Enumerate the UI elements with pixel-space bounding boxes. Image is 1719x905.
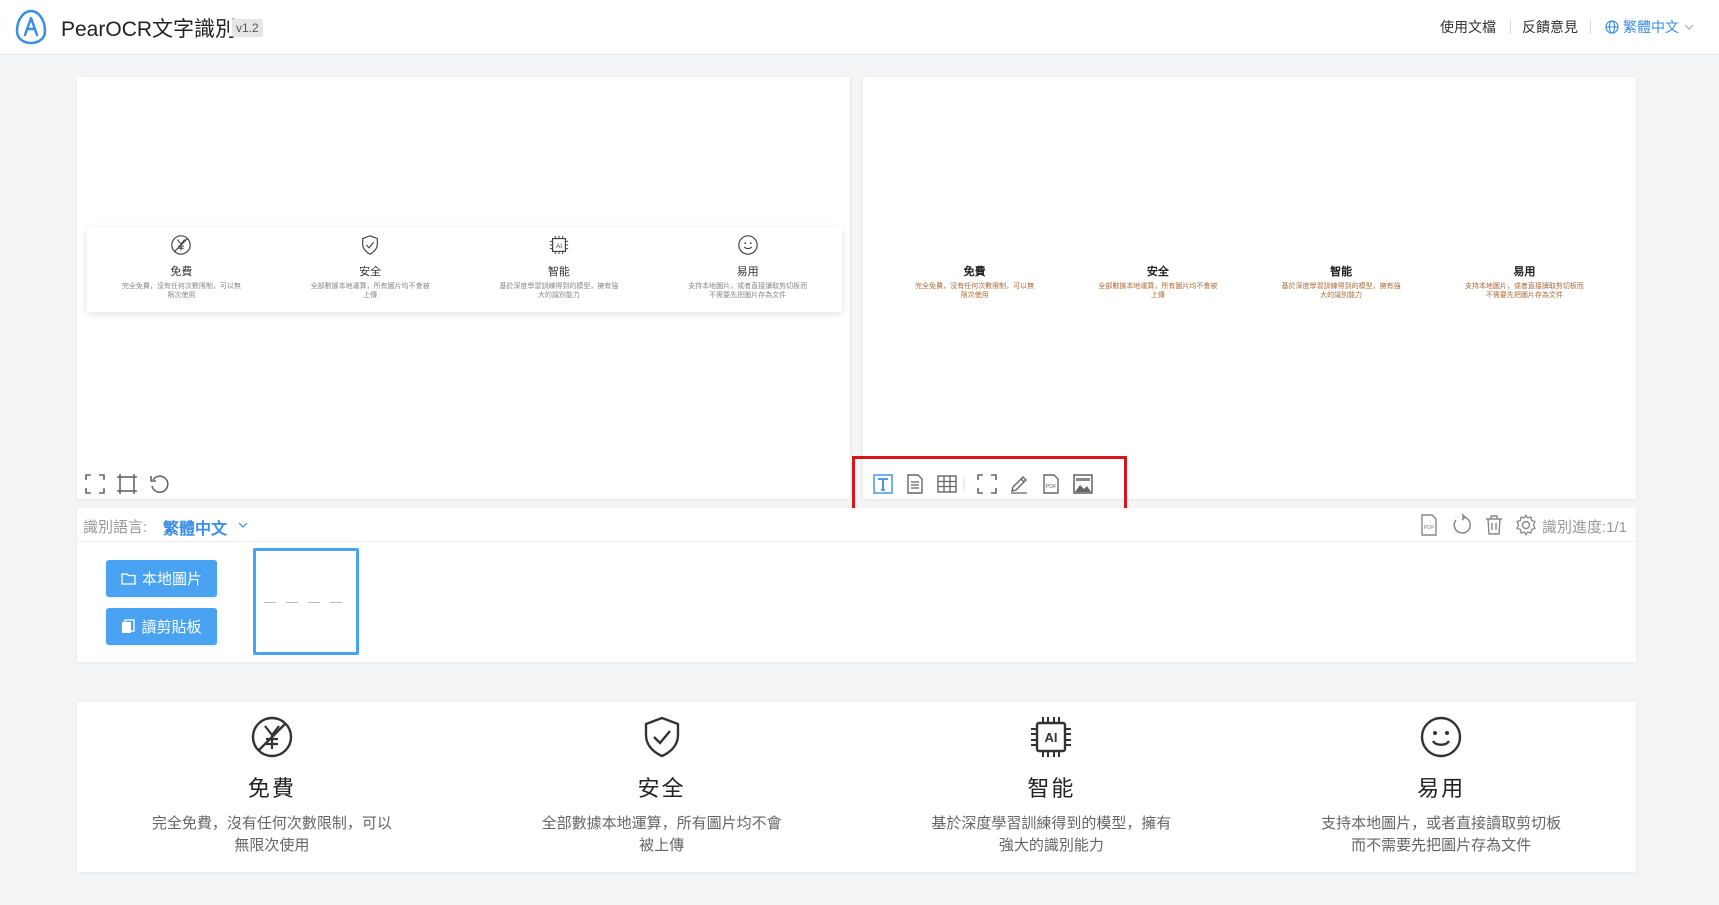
svg-text:PDF: PDF bbox=[1424, 525, 1436, 531]
rotate-icon bbox=[150, 475, 169, 493]
feature-title: 易用 bbox=[1417, 776, 1466, 801]
ocr-result-desc: 支持本地圖片，或者直接讀取剪切板而不需要先把圖片存為文件 bbox=[1464, 283, 1584, 299]
ocr-result-title: 安全 bbox=[1146, 266, 1169, 278]
feature-desc: 全部數據本地運算，所有圖片均不會被上傳 bbox=[541, 815, 782, 854]
folder-icon bbox=[121, 573, 136, 585]
mini-feature-title: 免費 bbox=[170, 266, 193, 278]
ocr-result-item: 安全 全部數據本地運算，所有圖片均不會被上傳 bbox=[1066, 263, 1249, 300]
shield-check-icon bbox=[644, 716, 679, 758]
mini-feature: 易用 支持本地圖片，或者直接讀取剪切板而不需要先把圖片存為文件 bbox=[653, 227, 842, 312]
yen-free-icon bbox=[251, 716, 293, 758]
clipboard-icon bbox=[122, 619, 136, 633]
toolbar-highlight-box bbox=[852, 456, 1127, 516]
feature-desc: 基於深度學習訓練得到的模型，擁有強大的識別能力 bbox=[931, 815, 1172, 854]
ocr-result-panel: 免費 完全免費，沒有任何次數限制，可以無限次使用 安全 全部數據本地運算，所有圖… bbox=[863, 77, 1636, 499]
mini-feature-desc: 全部數據本地運算，所有圖片均不會被上傳 bbox=[310, 283, 430, 299]
ocr-result-text[interactable]: 免費 完全免費，沒有任何次數限制，可以無限次使用 安全 全部數據本地運算，所有圖… bbox=[883, 263, 1616, 300]
clipboard-button[interactable]: 讀剪貼板 bbox=[106, 608, 217, 645]
export-all-pdf-button[interactable]: PDF bbox=[1417, 513, 1441, 537]
settings-button[interactable] bbox=[1514, 513, 1538, 537]
mini-feature-title: 易用 bbox=[736, 266, 759, 278]
nav-divider bbox=[1590, 19, 1591, 34]
mini-feature: 安全 全部數據本地運算，所有圖片均不會被上傳 bbox=[276, 227, 465, 312]
fullscreen-button[interactable] bbox=[83, 472, 107, 496]
chevron-down-icon bbox=[1684, 24, 1694, 30]
feature-desc: 完全免費，沒有任何次數限制，可以無限次使用 bbox=[151, 815, 392, 854]
image-thumbnail[interactable] bbox=[253, 548, 359, 655]
fullscreen-icon bbox=[85, 474, 105, 494]
mini-feature-title: 智能 bbox=[547, 266, 570, 278]
svg-text:AI: AI bbox=[1045, 730, 1058, 745]
mini-feature-desc: 基於深度學習訓練得到的模型，擁有強大的識別能力 bbox=[499, 283, 619, 299]
ocr-result-title: 免費 bbox=[963, 266, 986, 278]
nav-feedback[interactable]: 反饋意見 bbox=[1522, 17, 1578, 37]
clipboard-label: 讀剪貼板 bbox=[141, 619, 202, 636]
rotate-button[interactable] bbox=[147, 472, 171, 496]
delete-button[interactable] bbox=[1482, 513, 1506, 537]
crop-icon bbox=[117, 474, 137, 494]
nav-divider bbox=[1510, 19, 1511, 34]
nav-docs[interactable]: 使用文檔 bbox=[1440, 17, 1496, 37]
feature-title: 智能 bbox=[1027, 776, 1076, 801]
ocr-result-item: 易用 支持本地圖片，或者直接讀取剪切板而不需要先把圖片存為文件 bbox=[1433, 263, 1616, 300]
mini-feature: 免費 完全免費，沒有任何次數限制，可以無限次使用 bbox=[87, 227, 276, 312]
language-selector[interactable]: 繁體中文 bbox=[1605, 17, 1695, 37]
recognition-language-select[interactable]: 繁體中文 bbox=[163, 515, 227, 539]
retry-button[interactable] bbox=[1450, 513, 1474, 537]
ocr-result-desc: 基於深度學習訓練得到的模型，擁有強大的識別能力 bbox=[1281, 283, 1401, 299]
ocr-result-title: 易用 bbox=[1513, 266, 1536, 278]
feature-card: 安全 全部數據本地運算，所有圖片均不會被上傳 bbox=[467, 702, 857, 872]
mini-feature-desc: 完全免費，沒有任何次數限制，可以無限次使用 bbox=[121, 283, 241, 299]
features-section: 免費 完全免費，沒有任何次數限制，可以無限次使用 安全 全部數據本地運算，所有圖… bbox=[77, 702, 1636, 872]
upload-panel: 識別語言: 繁體中文 PDF 識別進度:1/1 本地圖片 讀剪貼板 bbox=[77, 508, 1636, 662]
image-preview-panel: 免費 完全免費，沒有任何次數限制，可以無限次使用 安全 全部數據本地運算，所有圖… bbox=[77, 77, 850, 499]
ai-chip-icon: AI bbox=[1031, 717, 1072, 757]
refresh-icon bbox=[1453, 513, 1471, 534]
mini-feature-title: 安全 bbox=[359, 266, 382, 278]
ocr-result-desc: 全部數據本地運算，所有圖片均不會被上傳 bbox=[1098, 283, 1218, 299]
ocr-result-item: 智能 基於深度學習訓練得到的模型，擁有強大的識別能力 bbox=[1250, 263, 1433, 300]
feature-title: 免費 bbox=[247, 776, 296, 801]
feature-desc: 支持本地圖片，或者直接讀取剪切板而不需要先把圖片存為文件 bbox=[1321, 815, 1562, 854]
ocr-result-title: 智能 bbox=[1330, 266, 1353, 278]
feature-card: 免費 完全免費，沒有任何次數限制，可以無限次使用 bbox=[77, 702, 467, 872]
feature-card: AI 智能 基於深度學習訓練得到的模型，擁有強大的識別能力 bbox=[857, 702, 1247, 872]
local-image-button[interactable]: 本地圖片 bbox=[106, 560, 217, 597]
trash-icon bbox=[1486, 515, 1502, 535]
smile-icon bbox=[1420, 716, 1462, 758]
recognition-language-label: 識別語言: bbox=[83, 519, 148, 536]
pear-logo-icon bbox=[15, 9, 47, 45]
shield-check-icon bbox=[362, 235, 379, 255]
version-badge: v1.2 bbox=[232, 19, 263, 37]
header: PearOCR文字識別 v1.2 使用文檔 反饋意見 繁體中文 bbox=[0, 0, 1719, 55]
recognition-progress: 識別進度:1/1 bbox=[1542, 519, 1628, 536]
svg-text:AI: AI bbox=[556, 243, 562, 250]
crop-button[interactable] bbox=[115, 472, 139, 496]
yen-free-icon bbox=[171, 235, 192, 255]
feature-card: 易用 支持本地圖片，或者直接讀取剪切板而不需要先把圖片存為文件 bbox=[1246, 702, 1636, 872]
chevron-down-icon[interactable] bbox=[237, 519, 249, 531]
local-image-label: 本地圖片 bbox=[141, 571, 202, 588]
recognition-bar: 識別語言: 繁體中文 PDF 識別進度:1/1 bbox=[77, 508, 1636, 542]
ocr-result-item: 免費 完全免費，沒有任何次數限制，可以無限次使用 bbox=[883, 263, 1066, 300]
mini-feature-desc: 支持本地圖片，或者直接讀取剪切板而不需要先把圖片存為文件 bbox=[688, 283, 808, 299]
ai-chip-icon: AI bbox=[549, 235, 569, 255]
mini-feature: AI 智能 基於深度學習訓練得到的模型，擁有強大的識別能力 bbox=[465, 227, 654, 312]
thumbnail-preview bbox=[264, 599, 342, 603]
app-title: PearOCR文字識別 bbox=[61, 18, 237, 41]
pdf-icon: PDF bbox=[1421, 514, 1437, 536]
preview-image: 免費 完全免費，沒有任何次數限制，可以無限次使用 安全 全部數據本地運算，所有圖… bbox=[87, 227, 842, 312]
gear-icon bbox=[1516, 514, 1536, 536]
feature-title: 安全 bbox=[637, 776, 686, 801]
language-label: 繁體中文 bbox=[1623, 19, 1679, 35]
ocr-result-desc: 完全免費，沒有任何次數限制，可以無限次使用 bbox=[915, 283, 1035, 299]
smile-icon bbox=[737, 235, 758, 255]
globe-icon bbox=[1605, 20, 1619, 34]
